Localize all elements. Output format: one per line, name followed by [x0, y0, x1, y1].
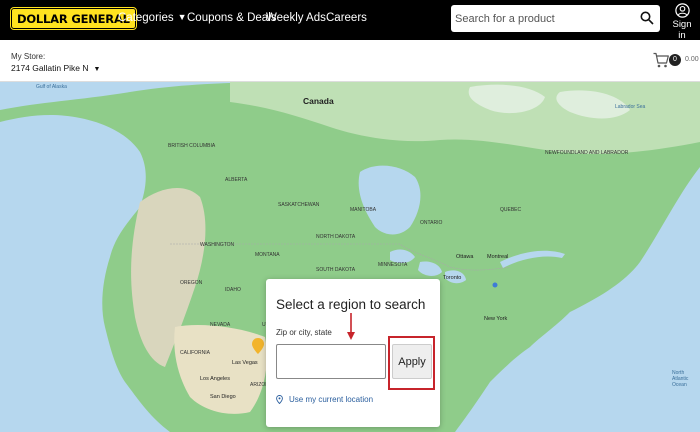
map-label-toronto: Toronto — [443, 275, 462, 281]
current-location-label: Use my current location — [289, 395, 374, 404]
chevron-down-icon: ▼ — [93, 66, 101, 73]
map-label-ottawa: Ottawa — [456, 254, 474, 260]
zip-city-input[interactable] — [276, 344, 386, 379]
nav-weekly-ads[interactable]: Weekly Ads — [266, 12, 326, 24]
cart-total: 0.00 — [685, 56, 699, 63]
map-label-montreal: Montreal — [487, 254, 509, 260]
zip-label: Zip or city, state — [276, 328, 332, 337]
my-store-label: My Store: — [11, 52, 46, 61]
map-label-idaho: IDAHO — [225, 287, 241, 293]
map-label-oregon: OREGON — [180, 280, 203, 286]
map-label-north-dakota: NORTH DAKOTA — [316, 234, 356, 240]
map-label-south-dakota: SOUTH DAKOTA — [316, 267, 356, 273]
map-label-minnesota: MINNESOTA — [378, 262, 408, 268]
map-label-saskatchewan: SASKATCHEWAN — [278, 202, 320, 208]
user-icon — [674, 3, 690, 18]
map-label-newfoundland: NEWFOUNDLAND AND LABRADOR — [545, 150, 629, 156]
apply-button[interactable]: Apply — [392, 344, 432, 379]
map-label-san-diego: San Diego — [210, 394, 236, 400]
nav-careers[interactable]: Careers — [326, 12, 367, 24]
map-label-quebec: QUEBEC — [500, 207, 522, 213]
map-label-alberta: ALBERTA — [225, 177, 248, 183]
map-label-ontario: ONTARIO — [420, 220, 443, 226]
nav-categories-label: Categories — [118, 12, 174, 24]
location-pin-icon — [276, 395, 283, 405]
map-label-gulf-alaska: Gulf of Alaska — [36, 84, 67, 90]
search-box — [451, 5, 660, 32]
search-input[interactable] — [451, 5, 635, 32]
cart-icon[interactable] — [653, 52, 669, 68]
map-label-british-columbia: BRITISH COLUMBIA — [168, 143, 216, 149]
nav-categories[interactable]: Categories ▼ — [118, 12, 187, 24]
nav-coupons-deals[interactable]: Coupons & Deals — [187, 12, 277, 24]
store-name: 2174 Gallatin Pike N — [11, 63, 89, 73]
chevron-down-icon: ▼ — [177, 12, 187, 22]
search-icon[interactable] — [640, 11, 654, 25]
map-label-manitoba: MANITOBA — [350, 207, 377, 213]
map-label-new-york: New York — [484, 316, 508, 322]
location-dot-icon[interactable] — [492, 282, 498, 288]
sign-in-button[interactable]: Sign in — [668, 3, 696, 41]
map-label-washington: WASHINGTON — [200, 242, 235, 248]
map-label-california: CALIFORNIA — [180, 350, 211, 356]
dialog-title: Select a region to search — [276, 297, 426, 312]
map-label-nevada: NEVADA — [210, 322, 231, 328]
map-label-montana: MONTANA — [255, 252, 280, 258]
sign-in-label: Sign in — [672, 19, 692, 41]
map-label-labrador-sea: Labrador Sea — [615, 104, 646, 110]
map-label-canada: Canada — [303, 96, 334, 106]
map-label-los-angeles: Los Angeles — [200, 376, 230, 382]
region-search-dialog: Select a region to search Zip or city, s… — [266, 279, 440, 427]
use-current-location-link[interactable]: Use my current location — [276, 395, 374, 405]
map-label-north-atlantic: North Atlantic Ocean — [672, 370, 689, 388]
store-selector[interactable]: 2174 Gallatin Pike N ▼ — [11, 63, 100, 73]
map-label-las-vegas: Las Vegas — [232, 360, 258, 366]
cart-count-badge: 0 — [669, 54, 681, 66]
top-nav-bar: DOLLAR GENERAL Categories ▼ Coupons & Dea… — [0, 0, 700, 41]
store-bar: My Store: 2174 Gallatin Pike N ▼ — [0, 40, 700, 82]
